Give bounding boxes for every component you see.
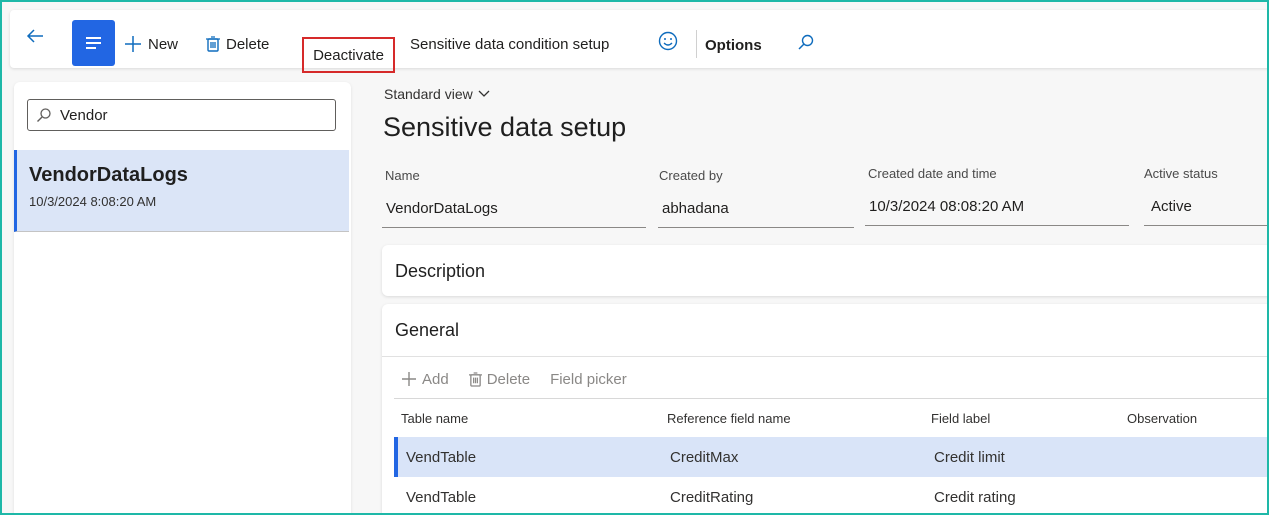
table-row[interactable]: VendTable CreditRating Credit rating	[394, 477, 1267, 513]
cell-table-name: VendTable	[406, 449, 477, 466]
delete-label: Delete	[226, 35, 270, 53]
description-section[interactable]: Description	[382, 245, 1267, 296]
page-title: Sensitive data setup	[383, 112, 627, 142]
list-item-title: VendorDataLogs	[29, 164, 188, 186]
add-label: Add	[422, 370, 449, 388]
new-label: New	[148, 35, 179, 53]
table-row[interactable]: VendTable CreditMax Credit limit	[394, 437, 1267, 477]
filter-box[interactable]	[27, 99, 336, 131]
active-status-label: Active status	[1144, 166, 1218, 181]
delete-button[interactable]: Delete	[206, 32, 269, 56]
grid-delete-button[interactable]: Delete	[468, 370, 531, 388]
plus-icon	[125, 36, 141, 52]
action-pane: New Delete Deactivate Sensitive data con…	[10, 10, 1267, 73]
field-picker-button[interactable]: Field picker	[550, 371, 627, 388]
plus-icon	[402, 372, 416, 386]
chevron-down-icon	[478, 90, 490, 97]
hamburger-icon	[85, 37, 101, 49]
created-datetime-field[interactable]: 10/3/2024 08:08:20 AM	[865, 192, 1129, 226]
app-window: New Delete Deactivate Sensitive data con…	[0, 0, 1269, 515]
add-button[interactable]: Add	[401, 371, 449, 388]
new-button[interactable]: New	[124, 32, 178, 56]
cell-field-label: Credit rating	[934, 489, 1016, 506]
trash-icon	[468, 371, 482, 387]
name-field[interactable]: VendorDataLogs	[382, 194, 646, 228]
nav-menu-button[interactable]	[72, 20, 115, 66]
column-header-table-name[interactable]: Table name	[401, 411, 468, 426]
grid-action-bar: Add Delete Field picker	[401, 368, 647, 390]
cell-reference-field-name: CreditRating	[670, 489, 754, 506]
view-selector-label: Standard view	[384, 86, 473, 102]
active-status-field[interactable]: Active	[1144, 192, 1267, 226]
search-button[interactable]	[797, 30, 821, 54]
deactivate-button[interactable]: Deactivate	[302, 37, 395, 73]
list-item[interactable]: VendorDataLogs 10/3/2024 8:08:20 AM	[14, 150, 349, 232]
grid-header: Table name Reference field name Field la…	[394, 398, 1267, 438]
options-button[interactable]: Options	[705, 33, 762, 57]
list-item-subtitle: 10/3/2024 8:08:20 AM	[29, 194, 157, 209]
name-label: Name	[385, 168, 420, 183]
cell-reference-field-name: CreditMax	[670, 449, 739, 466]
deactivate-label: Deactivate	[313, 46, 384, 64]
search-icon	[37, 108, 51, 122]
column-header-field-label[interactable]: Field label	[931, 411, 990, 426]
created-datetime-label: Created date and time	[868, 166, 997, 181]
filter-input[interactable]	[58, 105, 332, 125]
cell-table-name: VendTable	[406, 489, 477, 506]
smiley-icon	[658, 31, 678, 51]
section-divider	[382, 356, 1267, 357]
column-header-reference-field-name[interactable]: Reference field name	[667, 411, 791, 426]
back-button[interactable]	[24, 22, 46, 50]
trash-icon	[206, 36, 220, 52]
back-arrow-icon	[26, 29, 43, 43]
sensitive-data-condition-setup-label: Sensitive data condition setup	[410, 35, 610, 53]
view-selector[interactable]: Standard view	[384, 86, 490, 102]
created-by-label: Created by	[659, 168, 723, 183]
field-picker-label: Field picker	[550, 370, 627, 388]
general-section-title[interactable]: General	[395, 320, 459, 341]
cell-field-label: Credit limit	[934, 449, 1005, 466]
search-icon	[798, 34, 814, 50]
created-by-field[interactable]: abhadana	[658, 194, 854, 228]
options-label: Options	[705, 36, 762, 54]
list-pane: VendorDataLogs 10/3/2024 8:08:20 AM	[14, 82, 351, 513]
grid-delete-label: Delete	[486, 370, 531, 388]
column-header-observation[interactable]: Observation	[1127, 411, 1197, 426]
feedback-button[interactable]	[658, 29, 684, 53]
toolbar-divider	[696, 30, 697, 58]
description-section-title: Description	[395, 261, 486, 281]
sensitive-data-condition-setup-button[interactable]: Sensitive data condition setup	[410, 32, 609, 56]
